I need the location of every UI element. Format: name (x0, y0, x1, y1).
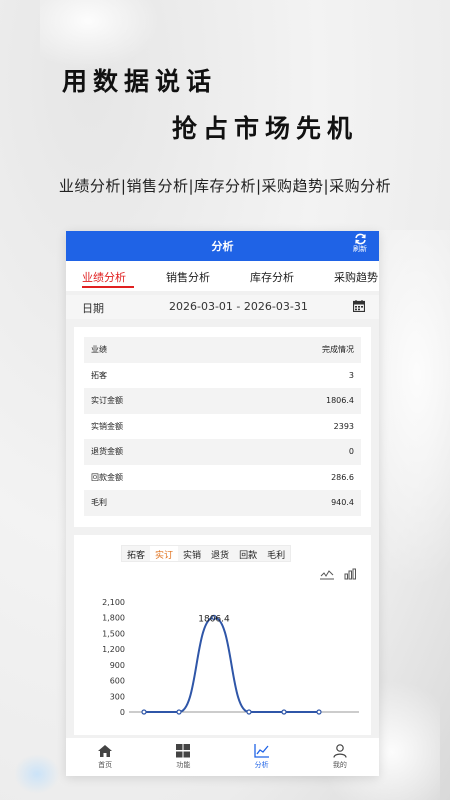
date-range-value: 2026-03-01 - 2026-03-31 (169, 300, 308, 313)
chart-card: 拓客 实订 实销 退货 回款 毛利 2,100 1,800 1,500 1,200 90… (74, 535, 371, 735)
subtab-gross-profit[interactable]: 毛利 (262, 546, 290, 561)
subtab-sales[interactable]: 实销 (178, 546, 206, 561)
nav-label: 功能 (176, 761, 191, 769)
slogan-line-2: 抢占市场先机 (172, 114, 359, 143)
y-tick-label: 1,500 (102, 629, 125, 638)
data-label: 1806.4 (198, 614, 230, 624)
row-label: 回款金额 (91, 472, 123, 482)
row-label: 毛利 (91, 498, 107, 508)
table-row: 退货金额 0 (84, 439, 361, 465)
date-label: 日期 (82, 302, 104, 315)
tab-purchase-trend[interactable]: 采购趋势 (334, 269, 378, 285)
background-highlight (40, 0, 160, 70)
series-line (144, 616, 319, 713)
slogan-line-1: 用数据说话 (62, 67, 218, 96)
y-tick-label: 0 (120, 708, 125, 717)
nav-label: 首页 (98, 761, 113, 769)
chart-line-icon (253, 744, 269, 758)
row-value: 3 (348, 370, 354, 380)
table-header-left: 业绩 (91, 345, 107, 355)
active-tab-indicator (82, 286, 134, 288)
data-point (176, 709, 182, 715)
row-label: 实订金额 (91, 396, 123, 406)
tab-sales[interactable]: 销售分析 (166, 269, 210, 285)
phone-screen: 分析 刷新 业绩分析 销售分析 库存分析 采购趋势 日期 2026-03-01 … (66, 231, 379, 776)
user-icon (333, 744, 347, 758)
row-value: 1806.4 (326, 396, 354, 406)
data-point (246, 709, 252, 715)
subtab-prospects[interactable]: 拓客 (122, 546, 150, 561)
page-title: 分析 (211, 240, 234, 253)
row-value: 0 (348, 447, 354, 457)
subtab-orders[interactable]: 实订 (150, 546, 179, 561)
grid-icon (176, 744, 191, 758)
app-bar: 分析 刷新 (66, 231, 379, 261)
chart-type-switcher (320, 568, 357, 580)
tab-bar: 业绩分析 销售分析 库存分析 采购趋势 (66, 261, 379, 291)
nav-label: 分析 (254, 761, 269, 769)
table-row: 拓客 3 (84, 363, 361, 389)
bottom-navigation: 首页 功能 分析 我的 (66, 738, 379, 776)
refresh-button[interactable]: 刷新 (349, 233, 371, 254)
tab-inventory[interactable]: 库存分析 (250, 269, 294, 285)
table-row: 实销金额 2393 (84, 414, 361, 440)
calendar-icon[interactable] (353, 300, 365, 312)
data-point (281, 709, 287, 715)
row-label: 拓客 (91, 370, 107, 380)
row-value: 286.6 (331, 472, 354, 482)
background-highlight (14, 754, 60, 794)
table-row: 回款金额 286.6 (84, 465, 361, 491)
row-value: 940.4 (331, 498, 354, 508)
y-tick-label: 1,800 (102, 614, 125, 623)
orders-line-chart: 2,100 1,800 1,500 1,200 900 600 300 0 1806.4 (102, 598, 359, 717)
nav-home[interactable]: 首页 (66, 738, 144, 776)
y-tick-label: 2,100 (102, 598, 125, 607)
table-header-right: 完成情况 (322, 345, 354, 355)
table-row: 毛利 940.4 (84, 490, 361, 516)
refresh-label: 刷新 (353, 245, 367, 253)
tab-performance[interactable]: 业绩分析 (82, 269, 126, 285)
table-row: 实订金额 1806.4 (84, 388, 361, 414)
y-tick-label: 1,200 (102, 645, 125, 654)
date-range-picker[interactable]: 日期 2026-03-01 - 2026-03-31 (66, 295, 379, 319)
metric-segmented-control: 拓客 实订 实销 退货 回款 毛利 (121, 545, 292, 562)
subtab-returns[interactable]: 退货 (206, 546, 234, 561)
performance-table: 业绩 完成情况 拓客 3 实订金额 1806.4 实销金额 2393 退货金额 … (74, 327, 371, 527)
nav-analysis[interactable]: 分析 (223, 738, 301, 776)
y-tick-label: 600 (110, 677, 125, 686)
row-label: 退货金额 (91, 447, 123, 457)
bar-chart-icon[interactable] (344, 568, 357, 580)
row-label: 实销金额 (91, 421, 123, 431)
data-point (316, 709, 322, 715)
nav-functions[interactable]: 功能 (144, 738, 222, 776)
y-tick-label: 300 (110, 692, 125, 701)
nav-label: 我的 (332, 761, 347, 769)
row-value: 2393 (333, 421, 354, 431)
feature-list: 业绩分析|销售分析|库存分析|采购趋势|采购分析 (58, 177, 392, 195)
home-icon (98, 745, 113, 757)
y-tick-label: 900 (110, 661, 125, 670)
line-chart-icon[interactable] (320, 568, 334, 580)
subtab-payments[interactable]: 回款 (234, 546, 262, 561)
table-header: 业绩 完成情况 (84, 337, 361, 363)
nav-profile[interactable]: 我的 (301, 738, 379, 776)
data-point (141, 709, 147, 715)
